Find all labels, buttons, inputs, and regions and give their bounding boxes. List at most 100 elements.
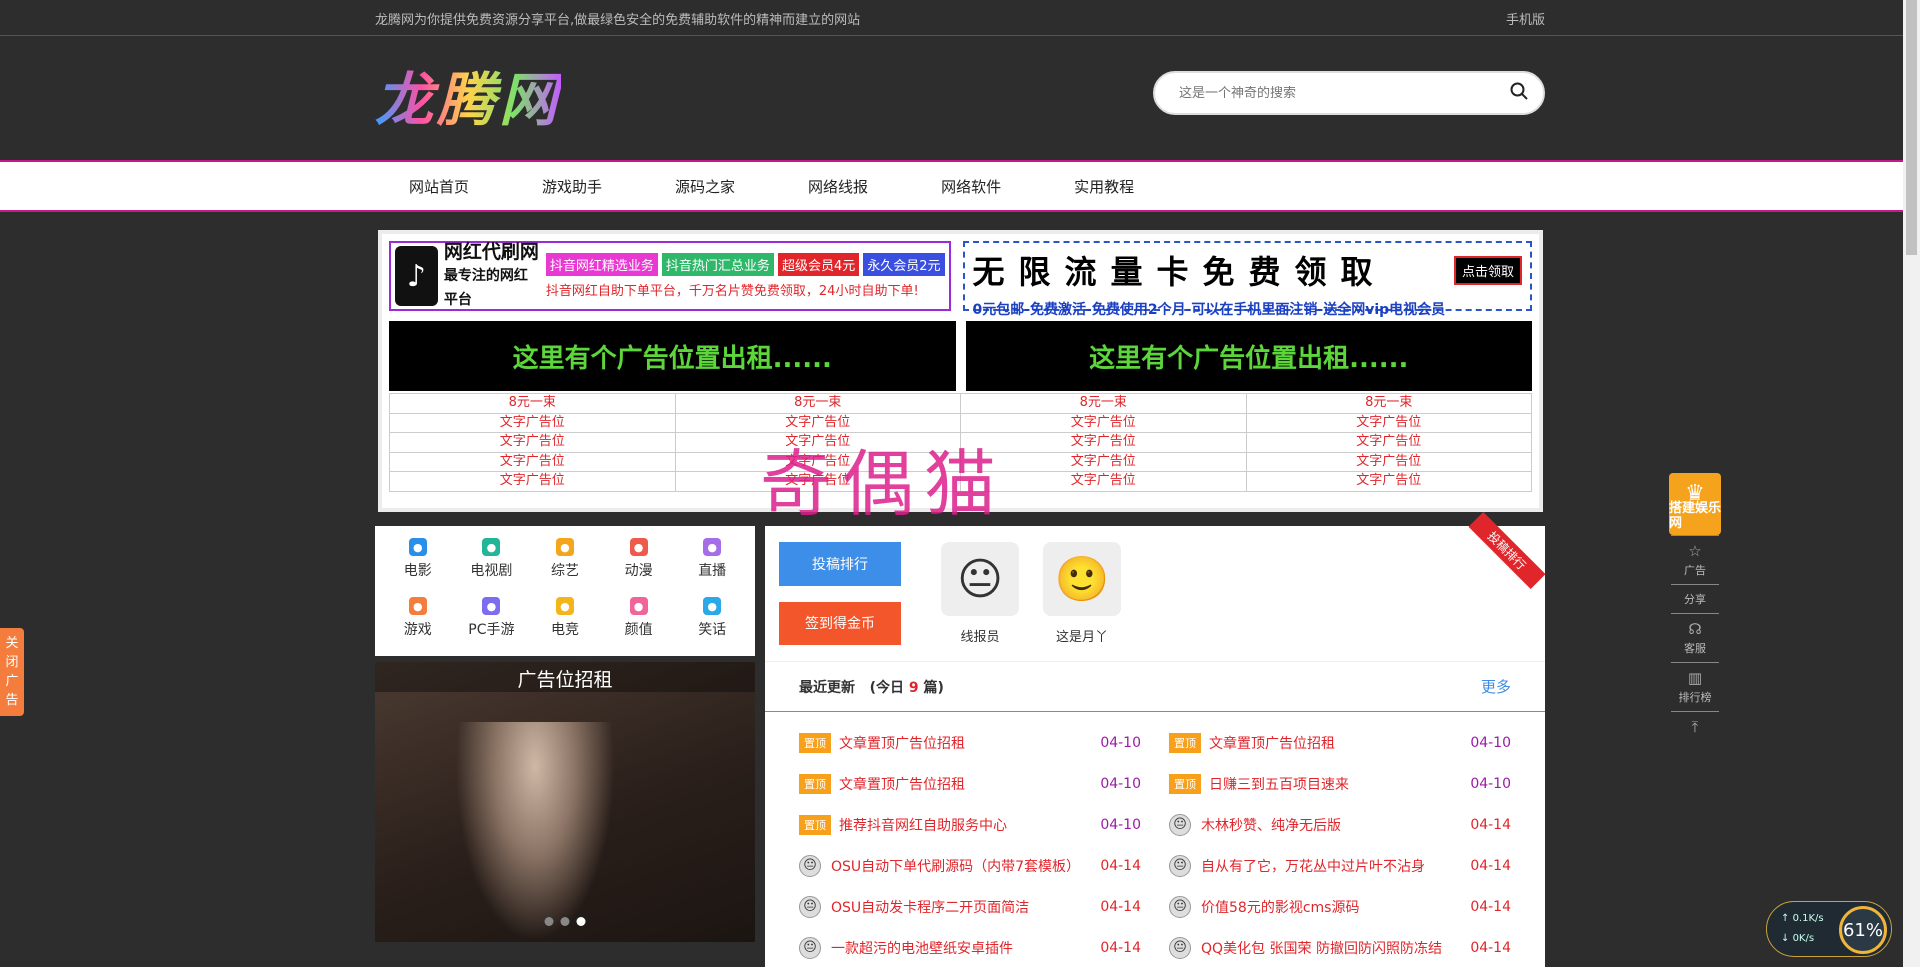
article-title[interactable]: 文章置顶广告位招租 bbox=[1209, 733, 1467, 753]
article-title[interactable]: 木林秒赞、纯净无后版 bbox=[1201, 815, 1467, 835]
text-ad-cell[interactable]: 文字广告位 bbox=[389, 451, 676, 472]
more-link[interactable]: 更多 bbox=[1481, 676, 1511, 697]
article-item[interactable]: 置顶 文章置顶广告位招租 04-10 bbox=[799, 763, 1141, 804]
category-smile[interactable]: ● 笑话 bbox=[675, 597, 749, 655]
article-item[interactable]: 😐 价值58元的影视cms源码 04-14 bbox=[1169, 886, 1511, 927]
category-mic[interactable]: ● 直播 bbox=[675, 538, 749, 596]
pinned-badge: 置顶 bbox=[799, 732, 831, 753]
text-ad-cell[interactable]: 文字广告位 bbox=[674, 432, 961, 453]
article-item[interactable]: 置顶 文章置顶广告位招租 04-10 bbox=[799, 722, 1141, 763]
ad-banner-sim[interactable]: 无限流量卡免费领取 点击领取 0元包邮-免费激活-免费使用2个月-可以在手机里面… bbox=[962, 241, 1532, 318]
text-ad-cell[interactable]: 文字广告位 bbox=[389, 471, 676, 492]
article-item[interactable]: 😐 自从有了它，万花丛中过片叶不沾身 04-14 bbox=[1169, 845, 1511, 886]
article-title[interactable]: 文章置顶广告位招租 bbox=[839, 774, 1097, 794]
nav-item[interactable]: 游戏助手 bbox=[542, 176, 602, 197]
text-ad-cell[interactable]: 文字广告位 bbox=[674, 471, 961, 492]
article-item[interactable]: 😐 OSU自动下单代刷源码（内带7套模板） 04-14 bbox=[799, 845, 1141, 886]
side-tool-star-outline[interactable]: ☆ 广告 bbox=[1671, 535, 1719, 584]
build-site-badge[interactable]: ♛ 搭建娱乐网 bbox=[1669, 473, 1721, 535]
nav-item[interactable]: 源码之家 bbox=[675, 176, 735, 197]
nav-item[interactable]: 网络软件 bbox=[941, 176, 1001, 197]
text-ad-price[interactable]: 8元一束 bbox=[674, 393, 961, 414]
network-speed-widget[interactable]: ↑ 0.1K/s ↓ 0K/s 61% bbox=[1766, 901, 1892, 957]
text-ad-cell[interactable]: 文字广告位 bbox=[389, 432, 676, 453]
text-ad-cell[interactable]: 文字广告位 bbox=[1245, 471, 1532, 492]
category-trophy[interactable]: ● 电竞 bbox=[528, 597, 602, 655]
text-ad-cell[interactable]: 文字广告位 bbox=[960, 471, 1247, 492]
text-ad-price[interactable]: 8元一束 bbox=[960, 393, 1247, 414]
ad-tag[interactable]: 永久会员2元 bbox=[863, 253, 945, 276]
banner1-name: 网红代刷网 最专注的网红平台 bbox=[444, 240, 540, 312]
text-ad-cell[interactable]: 文字广告位 bbox=[1245, 412, 1532, 433]
category-cat[interactable]: ● 动漫 bbox=[602, 538, 676, 596]
side-tool-bar-chart[interactable]: ▥ 排行榜 bbox=[1671, 662, 1719, 711]
category-movie[interactable]: ● 电影 bbox=[381, 538, 455, 596]
slider-dot[interactable] bbox=[576, 917, 586, 926]
sign-in-button[interactable]: 签到得金币 bbox=[779, 601, 901, 645]
article-date: 04-10 bbox=[1100, 816, 1141, 833]
claim-button[interactable]: 点击领取 bbox=[1453, 255, 1522, 285]
slider-dot[interactable] bbox=[560, 917, 570, 926]
ad-banner-douyin[interactable]: ♪ 网红代刷网 最专注的网红平台 抖音网红精选业务 抖音热门汇总业务 超级会员4元永… bbox=[389, 241, 951, 311]
image-slider[interactable]: 广告位招租 bbox=[375, 662, 755, 942]
article-item[interactable]: 置顶 文章置顶广告位招租 04-10 bbox=[1169, 722, 1511, 763]
article-title[interactable]: OSU自动发卡程序二开页面简洁 bbox=[831, 897, 1097, 917]
article-title[interactable]: OSU自动下单代刷源码（内带7套模板） bbox=[831, 856, 1097, 876]
ad-tag[interactable]: 抖音热门汇总业务 bbox=[661, 253, 774, 276]
text-ad-cell[interactable]: 文字广告位 bbox=[674, 451, 961, 472]
side-tool-share[interactable]: 分享 bbox=[1671, 584, 1719, 613]
smile-icon: ● bbox=[703, 597, 722, 615]
nav-item[interactable]: 实用教程 bbox=[1074, 176, 1134, 197]
article-title[interactable]: 文章置顶广告位招租 bbox=[839, 733, 1097, 753]
text-ad-cell[interactable]: 文字广告位 bbox=[960, 432, 1247, 453]
ad-rent-right[interactable]: 这里有个广告位置出租...... bbox=[965, 321, 1532, 391]
text-ad-price[interactable]: 8元一束 bbox=[1245, 393, 1532, 414]
article-item[interactable]: 😐 QQ美化包 张国荣 防撤回防闪照防冻结 04-14 bbox=[1169, 927, 1511, 967]
text-ad-cell[interactable]: 文字广告位 bbox=[389, 412, 676, 433]
search-input[interactable] bbox=[1179, 85, 1509, 101]
article-title[interactable]: 自从有了它，万花丛中过片叶不沾身 bbox=[1201, 856, 1467, 876]
ad-tag[interactable]: 超级会员4元 bbox=[777, 253, 860, 276]
category-gamepad[interactable]: ● 游戏 bbox=[381, 597, 455, 655]
article-item[interactable]: 😐 木林秒赞、纯净无后版 04-14 bbox=[1169, 804, 1511, 845]
author-avatar-icon: 😐 bbox=[799, 895, 821, 918]
nav-item[interactable]: 网站首页 bbox=[409, 176, 469, 197]
article-title[interactable]: 推荐抖音网红自助服务中心 bbox=[839, 815, 1097, 835]
article-item[interactable]: 😐 一款超污的电池壁纸安卓插件 04-14 bbox=[799, 927, 1141, 967]
category-face[interactable]: ● 颜值 bbox=[602, 597, 676, 655]
category-devices[interactable]: ● PC手游 bbox=[455, 597, 529, 655]
vertical-scrollbar[interactable] bbox=[1903, 0, 1920, 967]
text-ad-cell[interactable]: 文字广告位 bbox=[1245, 451, 1532, 472]
text-ad-cell[interactable]: 文字广告位 bbox=[1245, 432, 1532, 453]
contributor[interactable]: 🙂 这是月丫 bbox=[1043, 542, 1121, 645]
download-speed: ↓ 0K/s bbox=[1781, 933, 1815, 944]
mobile-version-link[interactable]: 手机版 bbox=[1506, 9, 1545, 28]
site-logo[interactable]: 龙腾网 bbox=[375, 60, 561, 134]
side-tool-back-to-top[interactable]: ⤒ bbox=[1671, 711, 1719, 742]
text-ad-price[interactable]: 8元一束 bbox=[389, 393, 676, 414]
ad-rent-left[interactable]: 这里有个广告位置出租...... bbox=[389, 321, 956, 391]
text-ad-cell[interactable]: 文字广告位 bbox=[960, 451, 1247, 472]
article-item[interactable]: 置顶 推荐抖音网红自助服务中心 04-10 bbox=[799, 804, 1141, 845]
slider-dot[interactable] bbox=[544, 917, 554, 926]
rank-button[interactable]: 投稿排行 bbox=[779, 542, 901, 586]
close-ad-button[interactable]: 关闭广告 bbox=[0, 628, 24, 716]
text-ad-cell[interactable]: 文字广告位 bbox=[960, 412, 1247, 433]
scrollbar-thumb[interactable] bbox=[1906, 0, 1917, 255]
article-title[interactable]: 价值58元的影视cms源码 bbox=[1201, 897, 1467, 917]
article-item[interactable]: 😐 OSU自动发卡程序二开页面简洁 04-14 bbox=[799, 886, 1141, 927]
text-ad-cell[interactable]: 文字广告位 bbox=[674, 412, 961, 433]
article-title[interactable]: QQ美化包 张国荣 防撤回防闪照防冻结 bbox=[1201, 938, 1467, 958]
article-title[interactable]: 日赚三到五百项目速来 bbox=[1209, 774, 1467, 794]
side-tool-headset[interactable]: ☊ 客服 bbox=[1671, 613, 1719, 662]
ad-tag[interactable]: 抖音网红精选业务 bbox=[545, 253, 658, 276]
back-to-top-icon: ⤒ bbox=[1691, 718, 1699, 736]
category-star[interactable]: ● 综艺 bbox=[528, 538, 602, 596]
article-item[interactable]: 置顶 日赚三到五百项目速来 04-10 bbox=[1169, 763, 1511, 804]
article-title[interactable]: 一款超污的电池壁纸安卓插件 bbox=[831, 938, 1097, 958]
category-label: 笑话 bbox=[698, 622, 727, 638]
contributor[interactable]: 😐 线报员 bbox=[941, 542, 1019, 645]
category-tv[interactable]: ● 电视剧 bbox=[455, 538, 529, 596]
search-icon[interactable] bbox=[1509, 81, 1529, 105]
nav-item[interactable]: 网络线报 bbox=[808, 176, 868, 197]
